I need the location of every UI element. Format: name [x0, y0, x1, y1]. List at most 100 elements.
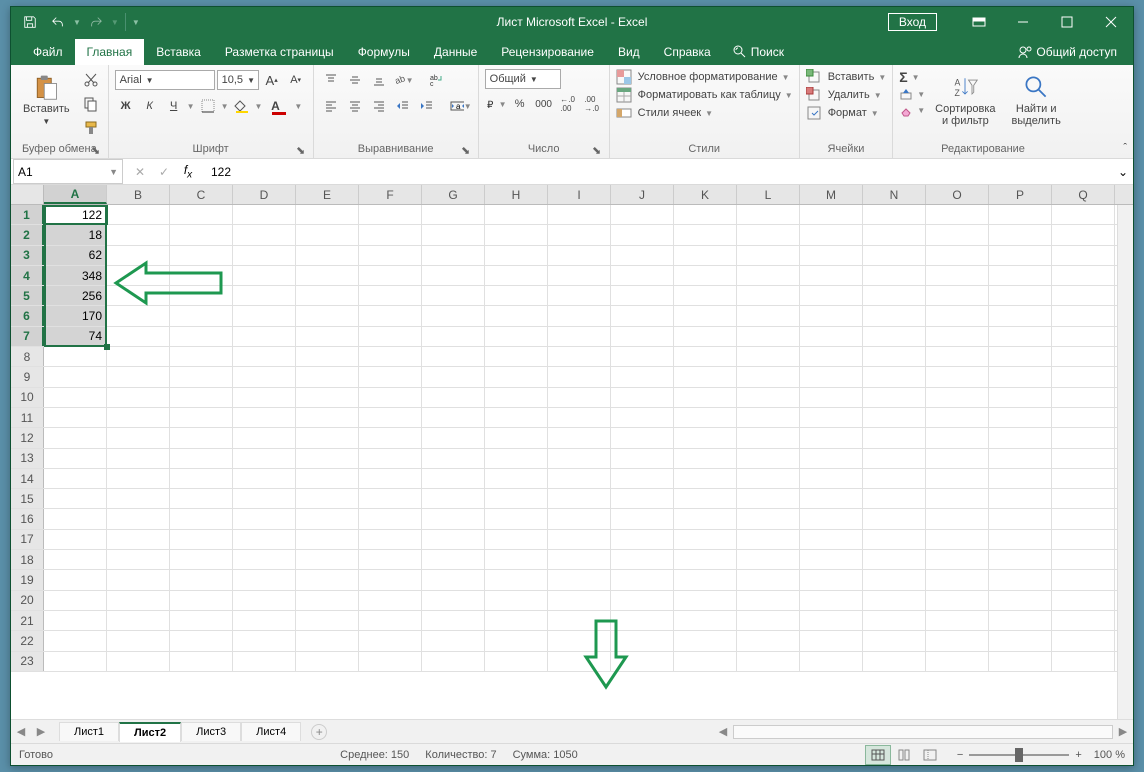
cell-M10[interactable] [800, 388, 863, 407]
cell-E20[interactable] [296, 591, 359, 610]
cell-N23[interactable] [863, 652, 926, 671]
cell-K2[interactable] [674, 225, 737, 244]
align-center-icon[interactable] [344, 95, 366, 117]
cell-A8[interactable] [44, 347, 107, 366]
cell-N7[interactable] [863, 327, 926, 346]
cell-E7[interactable] [296, 327, 359, 346]
cell-G8[interactable] [422, 347, 485, 366]
cell-O8[interactable] [926, 347, 989, 366]
cell-N1[interactable] [863, 205, 926, 224]
cell-A11[interactable] [44, 408, 107, 427]
cell-P4[interactable] [989, 266, 1052, 285]
cell-E11[interactable] [296, 408, 359, 427]
cell-E8[interactable] [296, 347, 359, 366]
cell-D15[interactable] [233, 489, 296, 508]
cell-H16[interactable] [485, 509, 548, 528]
cell-J15[interactable] [611, 489, 674, 508]
cell-O12[interactable] [926, 428, 989, 447]
cell-M15[interactable] [800, 489, 863, 508]
cell-B20[interactable] [107, 591, 170, 610]
new-sheet-icon[interactable]: + [311, 724, 327, 740]
page-break-view-icon[interactable] [917, 745, 943, 765]
prev-sheet-icon[interactable]: ◀ [11, 721, 31, 743]
cell-A10[interactable] [44, 388, 107, 407]
align-bottom-icon[interactable] [368, 69, 390, 91]
cell-N10[interactable] [863, 388, 926, 407]
cell-M2[interactable] [800, 225, 863, 244]
cell-N3[interactable] [863, 246, 926, 265]
cell-N14[interactable] [863, 469, 926, 488]
cell-K14[interactable] [674, 469, 737, 488]
cell-G13[interactable] [422, 449, 485, 468]
cell-H22[interactable] [485, 631, 548, 650]
cell-J1[interactable] [611, 205, 674, 224]
cell-D21[interactable] [233, 611, 296, 630]
cell-C20[interactable] [170, 591, 233, 610]
cell-I14[interactable] [548, 469, 611, 488]
align-right-icon[interactable] [368, 95, 390, 117]
cell-A17[interactable] [44, 530, 107, 549]
column-header-D[interactable]: D [233, 185, 296, 204]
cell-C11[interactable] [170, 408, 233, 427]
wrap-text-icon[interactable]: abc [426, 69, 448, 91]
collapse-ribbon-icon[interactable]: ˆ [1123, 142, 1127, 154]
cell-H10[interactable] [485, 388, 548, 407]
cell-Q20[interactable] [1052, 591, 1115, 610]
cell-L9[interactable] [737, 367, 800, 386]
cell-A12[interactable] [44, 428, 107, 447]
cell-F19[interactable] [359, 570, 422, 589]
cell-M16[interactable] [800, 509, 863, 528]
cell-K3[interactable] [674, 246, 737, 265]
cell-P8[interactable] [989, 347, 1052, 366]
format-as-table-button[interactable]: Форматировать как таблицу▼ [616, 87, 793, 103]
cell-I10[interactable] [548, 388, 611, 407]
cell-G20[interactable] [422, 591, 485, 610]
cell-F1[interactable] [359, 205, 422, 224]
cell-D5[interactable] [233, 286, 296, 305]
ribbon-display-options-icon[interactable] [957, 7, 1001, 37]
cell-M19[interactable] [800, 570, 863, 589]
search-button[interactable]: Поиск [723, 39, 794, 65]
format-painter-icon[interactable] [80, 117, 102, 139]
cell-E5[interactable] [296, 286, 359, 305]
cell-K8[interactable] [674, 347, 737, 366]
cell-P2[interactable] [989, 225, 1052, 244]
row-header-12[interactable]: 12 [11, 428, 44, 447]
cell-Q4[interactable] [1052, 266, 1115, 285]
cell-D9[interactable] [233, 367, 296, 386]
cell-F18[interactable] [359, 550, 422, 569]
cell-N22[interactable] [863, 631, 926, 650]
number-format-combo[interactable]: Общий▼ [485, 69, 561, 89]
cell-E18[interactable] [296, 550, 359, 569]
tab-data[interactable]: Данные [422, 39, 489, 65]
cell-L5[interactable] [737, 286, 800, 305]
increase-decimal-icon[interactable]: ←.0.00 [557, 93, 579, 115]
cell-H4[interactable] [485, 266, 548, 285]
cell-G9[interactable] [422, 367, 485, 386]
cell-D2[interactable] [233, 225, 296, 244]
insert-cells-button[interactable]: Вставить▼ [806, 69, 887, 85]
accounting-format-icon[interactable]: ₽▼ [485, 93, 507, 115]
cell-D20[interactable] [233, 591, 296, 610]
cell-K9[interactable] [674, 367, 737, 386]
alignment-launcher[interactable]: ⬊ [460, 144, 472, 156]
cell-H20[interactable] [485, 591, 548, 610]
cell-G23[interactable] [422, 652, 485, 671]
cell-H1[interactable] [485, 205, 548, 224]
cell-O15[interactable] [926, 489, 989, 508]
cell-M18[interactable] [800, 550, 863, 569]
cell-N15[interactable] [863, 489, 926, 508]
align-top-icon[interactable] [320, 69, 342, 91]
cell-P16[interactable] [989, 509, 1052, 528]
cell-K18[interactable] [674, 550, 737, 569]
cell-G12[interactable] [422, 428, 485, 447]
font-launcher[interactable]: ⬊ [295, 144, 307, 156]
row-header-18[interactable]: 18 [11, 550, 44, 569]
cell-I11[interactable] [548, 408, 611, 427]
cell-G18[interactable] [422, 550, 485, 569]
redo-icon[interactable] [83, 10, 109, 34]
cell-F2[interactable] [359, 225, 422, 244]
cell-L6[interactable] [737, 306, 800, 325]
cell-O5[interactable] [926, 286, 989, 305]
cell-D13[interactable] [233, 449, 296, 468]
